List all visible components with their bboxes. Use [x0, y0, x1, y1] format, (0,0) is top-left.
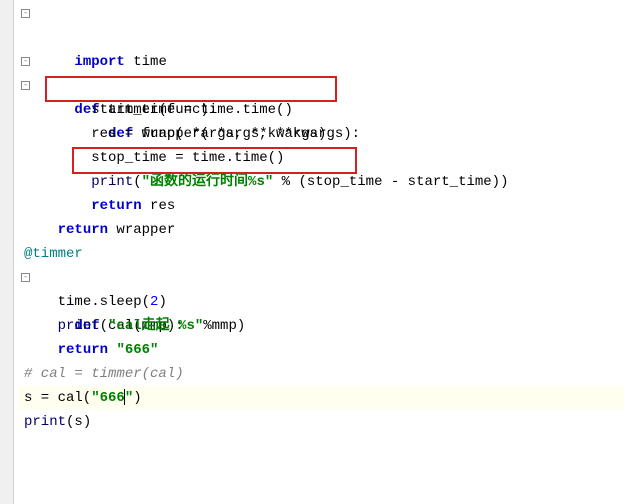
string-literal: "666 [91, 390, 125, 406]
indent [24, 102, 91, 118]
code-text: s = cal( [24, 390, 91, 406]
code-area[interactable]: - import time - def timmer(func): - def … [14, 2, 624, 434]
indent [24, 294, 58, 310]
builtin-print: print [58, 318, 100, 334]
fold-marker[interactable]: - [21, 81, 30, 90]
fold-marker[interactable]: - [21, 57, 30, 66]
fold-gutter [0, 0, 14, 504]
code-line[interactable]: print("函数的运行时间%s" % (stop_time - start_t… [18, 170, 624, 194]
code-text: ) [133, 390, 141, 406]
code-text: ( [133, 174, 141, 190]
builtin-print: print [91, 174, 133, 190]
indent [24, 222, 58, 238]
code-line[interactable]: - def timmer(func): [18, 50, 624, 74]
code-text: %mmp) [203, 318, 245, 334]
string-literal: "666" [116, 342, 158, 358]
indent [24, 198, 91, 214]
string-literal: " [125, 390, 133, 406]
decorator: @timmer [24, 246, 83, 262]
code-editor[interactable]: - import time - def timmer(func): - def … [0, 0, 624, 504]
code-text: start_time = time.time() [91, 102, 293, 118]
code-line[interactable]: @timmer [18, 242, 624, 266]
comment: # cal = timmer(cal) [24, 366, 184, 382]
code-text: stop_time = time.time() [91, 150, 284, 166]
keyword-return: return [91, 198, 141, 214]
code-line[interactable]: - def wrapper( *args, **kwargs): [18, 74, 624, 98]
code-text: (s) [66, 414, 91, 430]
string-literal: "cal走起 %s" [108, 318, 203, 334]
code-line[interactable]: return "666" [18, 338, 624, 362]
fold-marker[interactable]: - [21, 9, 30, 18]
code-line[interactable]: # cal = timmer(cal) [18, 362, 624, 386]
code-line[interactable]: print(s) [18, 410, 624, 434]
code-line[interactable] [18, 26, 624, 50]
string-literal: "函数的运行时间%s" [142, 174, 274, 190]
builtin-print: print [24, 414, 66, 430]
code-text: ) [158, 294, 166, 310]
indent [24, 318, 58, 334]
keyword-return: return [58, 342, 108, 358]
keyword-return: return [58, 222, 108, 238]
indent [24, 342, 58, 358]
code-line[interactable]: time.sleep(2) [18, 290, 624, 314]
code-text: ( [100, 318, 108, 334]
indent [24, 150, 91, 166]
fold-marker[interactable]: - [21, 273, 30, 282]
code-line[interactable]: stop_time = time.time() [18, 146, 624, 170]
code-text: res = func( *args, **kwargs) [91, 126, 326, 142]
code-line[interactable]: return wrapper [18, 218, 624, 242]
code-line[interactable]: - import time [18, 2, 624, 26]
code-text: wrapper [108, 222, 175, 238]
code-line[interactable]: return res [18, 194, 624, 218]
code-line[interactable]: start_time = time.time() [18, 98, 624, 122]
indent [24, 174, 91, 190]
code-text: % (stop_time - start_time)) [273, 174, 508, 190]
code-line-active[interactable]: s = cal("666") [18, 386, 624, 410]
code-text: time.sleep( [58, 294, 150, 310]
code-text: res [142, 198, 176, 214]
indent [24, 126, 91, 142]
code-line[interactable]: - def cal(mmp): [18, 266, 624, 290]
code-line[interactable]: res = func( *args, **kwargs) [18, 122, 624, 146]
code-line[interactable]: print("cal走起 %s"%mmp) [18, 314, 624, 338]
